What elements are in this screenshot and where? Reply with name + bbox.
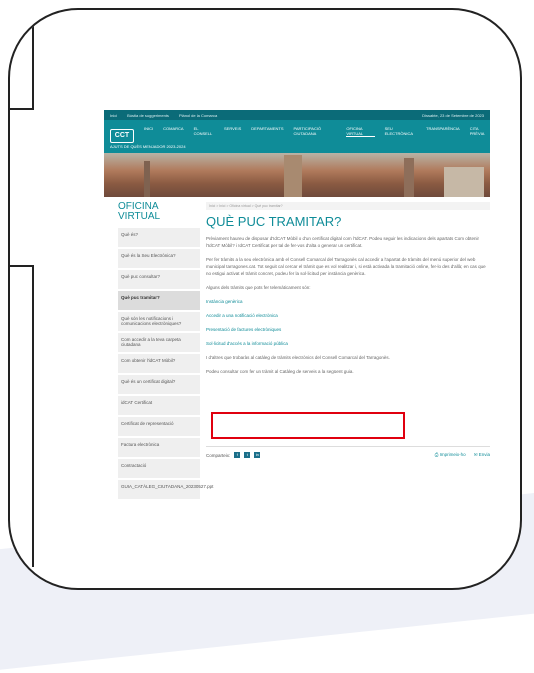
paragraph-intro: Prèviament haureu de disposar d'IdCAT Mò…	[206, 236, 479, 248]
topbar-suggestions-link[interactable]: Bústia de suggeriments	[127, 113, 169, 118]
nav-item-serveis[interactable]: SERVEIS	[224, 126, 241, 137]
paragraph-guia[interactable]: Podeu consultar com fer un tràmit al Cat…	[206, 368, 490, 375]
sidebar-item-factura[interactable]: Factura electrònica	[118, 438, 200, 457]
sidebar-item-representacio[interactable]: Certificat de representació	[118, 417, 200, 436]
sidebar-item-notificacions[interactable]: Què són les notificacions i comunicacion…	[118, 312, 200, 331]
frame-marker-bottom	[10, 265, 34, 567]
frame-marker-top	[10, 18, 34, 110]
print-icon: ⎙	[434, 452, 439, 457]
sidebar-item-idcat-certificat[interactable]: idCAT Certificat	[118, 396, 200, 415]
topbar-map-link[interactable]: Plànol de la Comarca	[179, 113, 217, 118]
nav-item-departaments[interactable]: DEPARTAMENTS	[251, 126, 283, 137]
twitter-icon[interactable]: t	[244, 452, 251, 458]
link-factures[interactable]: Presentació de factures electròniques	[206, 326, 490, 333]
link-notificacio[interactable]: Accedir a una notificació electrònica	[206, 312, 490, 319]
topbar-home-link[interactable]: Inici	[110, 113, 117, 118]
sidebar-item-guia[interactable]: GUIA_CATÀLEG_CIUTADANA_20230527.ppt	[118, 480, 213, 499]
sidebar-item-seu-electronica[interactable]: Què és la Seu Electrònica?	[118, 249, 200, 268]
site-logo[interactable]: CCT	[110, 129, 134, 143]
mail-icon: ✉	[473, 452, 478, 457]
nav-items: INICI COMARCA EL CONSELL SERVEIS DEPARTA…	[144, 126, 490, 137]
paragraph-seu: Per fer tràmits a la seu electrònica amb…	[206, 257, 486, 276]
sidebar-item-que-es[interactable]: Què és?	[118, 228, 200, 247]
nav-item-consell[interactable]: EL CONSELL	[194, 126, 214, 137]
website: Inici Bústia de suggeriments Plànol de l…	[104, 110, 490, 540]
sidebar-item-consultar[interactable]: Què puc consultar?	[118, 270, 200, 289]
nav-item-inici[interactable]: INICI	[144, 126, 153, 137]
share-bar: Comparteix: f t in ⎙ Imprimeix-ho ✉ Envi…	[206, 446, 490, 458]
linkedin-icon[interactable]: in	[254, 452, 261, 458]
topbar-date: Dissabte, 23 de Setembre de 2023	[422, 112, 484, 118]
main-content: Inici > Inici > Oficina virtual > Què pu…	[206, 202, 490, 458]
sidebar-item-carpeta[interactable]: Com accedir a la teva carpeta ciutadana	[118, 333, 200, 352]
sidebar: OFICINA VIRTUAL Què és? Què és la Seu Ele…	[118, 201, 213, 501]
nav-item-oficina-virtual[interactable]: OFICINA VIRTUAL	[346, 126, 375, 137]
nav-item-seu-electronica[interactable]: SEU ELECTRÒNICA	[385, 126, 416, 137]
paragraph-cataleg[interactable]: I d'altres que trobaràs al catàleg de tr…	[206, 354, 490, 361]
page-title: QUÈ PUC TRAMITAR?	[206, 214, 342, 229]
sidebar-item-tramitar[interactable]: Què puc tramitar?	[118, 291, 200, 310]
sidebar-item-contractacio[interactable]: Contractació	[118, 459, 200, 478]
nav-item-transparencia[interactable]: TRANSPARÈNCIA	[426, 126, 460, 137]
print-link[interactable]: ⎙ Imprimeix-ho	[435, 452, 466, 458]
send-link[interactable]: ✉ Envia	[474, 452, 490, 458]
sidebar-item-idcat-mobil[interactable]: Com obtenir l'idCAT Mòbil?	[118, 354, 200, 373]
sidebar-title: OFICINA VIRTUAL	[118, 201, 161, 222]
share-label: Comparteix:	[206, 452, 231, 458]
breadcrumb[interactable]: Inici > Inici > Oficina virtual > Què pu…	[206, 202, 490, 210]
highlight-box	[211, 412, 405, 439]
link-informacio-publica[interactable]: Sol·licitud d'accés a la informació públ…	[206, 340, 490, 347]
nav-item-comarca[interactable]: COMARCA	[163, 126, 183, 137]
main-nav: CCT INICI COMARCA EL CONSELL SERVEIS DEP…	[104, 120, 490, 153]
nav-sub-item[interactable]: AJUTS DE QUÈS MENJADOR 2023-2024	[110, 144, 186, 149]
share-actions: ⎙ Imprimeix-ho ✉ Envia	[435, 452, 490, 458]
paragraph-list-intro: Alguns dels tràmits que pots fer telemàt…	[206, 285, 311, 290]
facebook-icon[interactable]: f	[234, 452, 241, 458]
link-instancia-generica[interactable]: Instància genèrica	[206, 298, 490, 305]
nav-item-participacio[interactable]: PARTICIPACIÓ CIUTADANA	[294, 126, 337, 137]
nav-item-cita-previa[interactable]: CITA PRÈVIA	[470, 126, 490, 137]
banner-image	[104, 153, 490, 197]
top-bar: Inici Bústia de suggeriments Plànol de l…	[104, 110, 490, 120]
sidebar-item-certificat-digital[interactable]: Què és un certificat digital?	[118, 375, 200, 394]
